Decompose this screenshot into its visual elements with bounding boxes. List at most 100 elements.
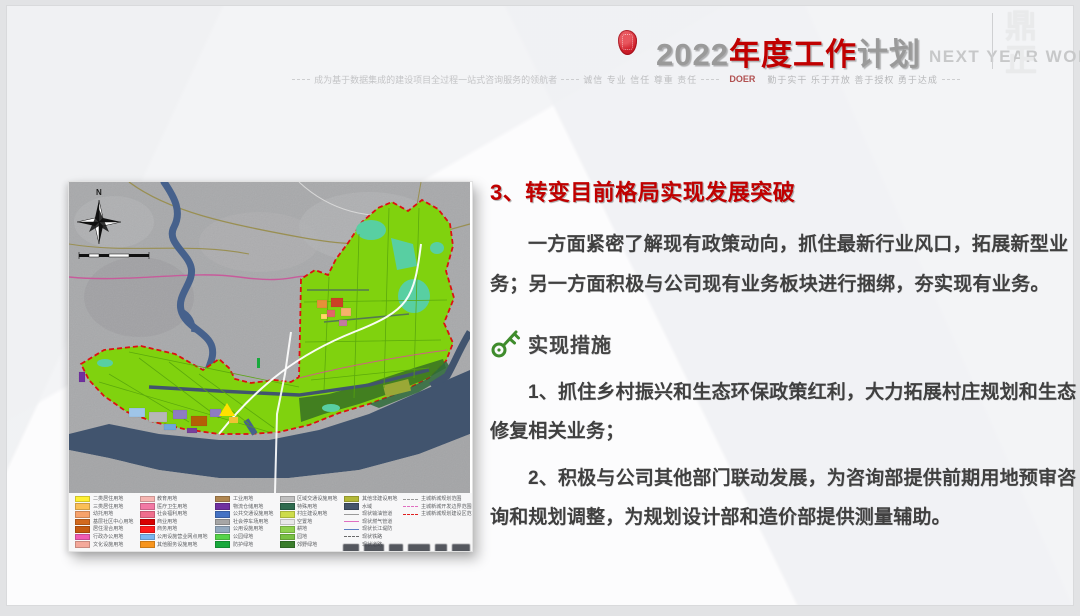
tagline-spirit: 勤于实干 乐于开放 善于授权 勇于达成 — [767, 73, 938, 86]
tagline-row: 成为基于数据集成的建设项目全过程一站式咨询服务的领航者 诚信 专业 信任 尊重 … — [288, 73, 964, 85]
legend-item: 现状输油管道 — [344, 511, 400, 517]
legend-item: 特殊用地 — [280, 504, 342, 510]
legend-item: 医疗卫生用地 — [140, 504, 213, 510]
legend-label: 主城新城规划建设区范围 — [421, 511, 472, 517]
slide-header: 2022年度工作计划NEXT YEAR WORK PLAN 鼎正 成为基于数据集… — [6, 5, 1074, 100]
legend-swatch — [75, 534, 90, 541]
cropped-caption-fragment — [343, 542, 470, 551]
legend-swatch — [280, 526, 295, 533]
measures-header: 实现措施 — [490, 327, 1078, 359]
legend-label: 社会停车场用地 — [233, 519, 268, 525]
legend-item: 行政办公用地 — [75, 534, 137, 540]
legend-label: 商业用地 — [157, 519, 177, 525]
legend-swatch — [215, 534, 230, 541]
legend-item: 基层社区中心用地 — [75, 519, 137, 525]
legend-swatch — [140, 534, 155, 541]
legend-swatch — [75, 503, 90, 510]
legend-item: 其他非建设用地 — [344, 496, 400, 502]
legend-swatch — [280, 541, 295, 548]
legend-item: 耕地 — [280, 526, 342, 532]
legend-swatch — [140, 519, 155, 526]
legend-label: 现状长江堤防 — [362, 527, 392, 533]
legend-swatch — [344, 503, 359, 510]
landuse-map-svg: N — [69, 182, 470, 493]
measure-item: 1、抓住乡村振兴和生态环保政策红利，大力拓展村庄规划和生态修复相关业务； — [490, 373, 1078, 451]
legend-swatch — [75, 496, 90, 503]
legend-label: 特殊用地 — [297, 504, 317, 510]
legend-item: 主城新城开发边界范围 — [403, 504, 472, 510]
legend-item: 郊野绿地 — [280, 541, 342, 547]
legend-item: 公共交通设施用地 — [215, 511, 277, 517]
legend-label: 教育用地 — [157, 496, 177, 502]
legend-item: 公园绿地 — [215, 534, 277, 540]
legend-item: 商务用地 — [140, 526, 213, 532]
legend-label: 基层社区中心用地 — [93, 519, 133, 525]
legend-swatch — [280, 511, 295, 518]
legend-label: 公园绿地 — [233, 534, 253, 540]
legend-label: 三类居住用地 — [93, 504, 123, 510]
header-divider — [992, 13, 993, 69]
legend-item: 公用设施营业网点用地 — [140, 534, 213, 540]
legend-swatch — [140, 511, 155, 518]
legend-label: 空置地 — [297, 519, 312, 525]
legend-label: 工业用地 — [233, 496, 253, 502]
tagline-dash — [292, 79, 310, 80]
legend-label: 公用设施用地 — [233, 527, 263, 533]
legend-item: 社会福利用地 — [140, 511, 213, 517]
legend-item: 现状长江堤防 — [344, 526, 400, 532]
legend-label: 居住混合用地 — [93, 527, 123, 533]
legend-swatch — [140, 541, 155, 548]
legend-swatch — [75, 519, 90, 526]
legend-label: 行政办公用地 — [93, 534, 123, 540]
legend-label: 现状铁路 — [362, 534, 382, 540]
legend-item: 幼托用地 — [75, 511, 137, 517]
legend-item: 物流仓储用地 — [215, 504, 277, 510]
compass-n-label: N — [96, 188, 102, 197]
tagline-doer: DOER — [729, 74, 755, 84]
tagline-values: 诚信 专业 信任 尊重 责任 — [583, 73, 697, 86]
title-red-part: 年度工作 — [729, 37, 857, 72]
legend-label: 园地 — [297, 534, 307, 540]
legend-item: 区域交通设施用地 — [280, 496, 342, 502]
legend-item: 二类居住用地 — [75, 496, 137, 502]
legend-swatch — [215, 519, 230, 526]
legend-column: 工业用地物流仓储用地公共交通设施用地社会停车场用地公用设施用地公园绿地防护绿地 — [215, 496, 277, 551]
legend-item: 现状燃气管道 — [344, 519, 400, 525]
legend-item: 现状铁路 — [344, 534, 400, 540]
legend-item: 文化设施用地 — [75, 541, 137, 547]
intro-paragraph: 一方面紧密了解现有政策动向，抓住最新行业风口，拓展新型业务；另一方面积极与公司现… — [490, 225, 1078, 305]
legend-label: 公用设施营业网点用地 — [157, 534, 208, 540]
legend-item: 居住混合用地 — [75, 526, 137, 532]
legend-label: 区域交通设施用地 — [297, 496, 337, 502]
legend-swatch — [403, 514, 418, 515]
legend-swatch — [215, 503, 230, 510]
landuse-map: N 二类居住用地三类居住用地幼托用地基层社区中心用地居住混合用地行政办公用地文化… — [68, 181, 473, 552]
tagline-dash — [942, 79, 960, 80]
legend-column: 二类居住用地三类居住用地幼托用地基层社区中心用地居住混合用地行政办公用地文化设施… — [75, 496, 137, 551]
legend-swatch — [75, 511, 90, 518]
legend-item: 主城新城规划范围 — [403, 496, 472, 502]
legend-column: 教育用地医疗卫生用地社会福利用地商业用地商务用地公用设施营业网点用地其他服务设施… — [140, 496, 213, 551]
legend-label: 防护绿地 — [233, 542, 253, 548]
legend-item: 水域 — [344, 504, 400, 510]
legend-swatch — [75, 526, 90, 533]
legend-item: 教育用地 — [140, 496, 213, 502]
legend-swatch — [403, 506, 418, 507]
legend-swatch — [403, 499, 418, 500]
legend-swatch — [344, 514, 359, 515]
legend-label: 幼托用地 — [93, 511, 113, 517]
legend-item: 其他服务设施用地 — [140, 541, 213, 547]
legend-item: 园地 — [280, 534, 342, 540]
legend-item: 防护绿地 — [215, 541, 277, 547]
legend-label: 耕地 — [297, 527, 307, 533]
legend-label: 社会福利用地 — [157, 511, 187, 517]
legend-column: 区域交通设施用地特殊用地村庄建设用地空置地耕地园地郊野绿地 — [280, 496, 342, 551]
title-year: 2022 — [656, 37, 729, 72]
legend-label: 公共交通设施用地 — [233, 511, 273, 517]
legend-item: 商业用地 — [140, 519, 213, 525]
slide-background: 2022年度工作计划NEXT YEAR WORK PLAN 鼎正 成为基于数据集… — [6, 5, 1074, 606]
legend-label: 商务用地 — [157, 527, 177, 533]
legend-label: 水域 — [362, 504, 372, 510]
tagline-dash — [561, 79, 579, 80]
title-tail-part: 计划 — [857, 37, 921, 72]
